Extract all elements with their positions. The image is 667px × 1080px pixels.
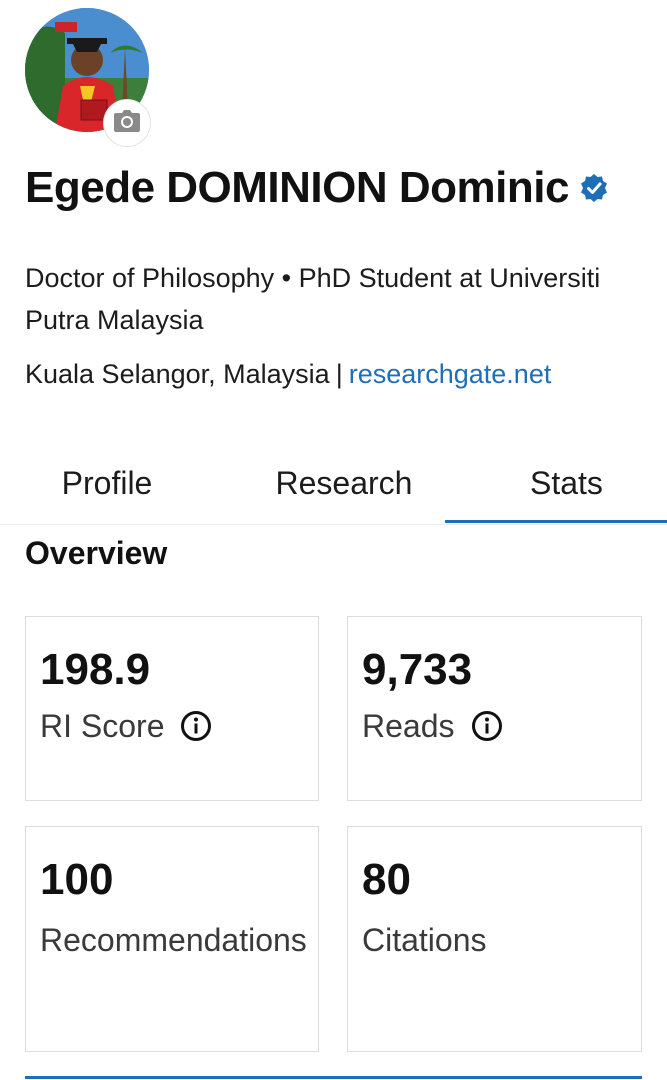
tab-research[interactable]: Research bbox=[225, 445, 463, 522]
separator: | bbox=[335, 359, 343, 389]
verified-badge-icon bbox=[579, 173, 609, 203]
next-card-top-border bbox=[25, 1076, 642, 1079]
website-link[interactable]: researchgate.net bbox=[349, 359, 552, 389]
stat-label: Citations bbox=[362, 922, 487, 958]
profile-tabs: Profile Research Stats bbox=[0, 445, 667, 525]
profile-location: Kuala Selangor, Malaysia bbox=[25, 359, 330, 389]
stat-value: 80 bbox=[362, 855, 411, 904]
stat-label: RI Score bbox=[40, 708, 165, 744]
profile-name: Egede DOMINION Dominic bbox=[25, 163, 569, 212]
stat-label-row: RI Score bbox=[40, 705, 212, 747]
avatar-container bbox=[25, 8, 150, 146]
stat-card-citations[interactable]: 80 Citations bbox=[347, 826, 642, 1052]
location-row: Kuala Selangor, Malaysia | researchgate.ne… bbox=[25, 354, 551, 394]
stat-label: Reads bbox=[362, 708, 455, 744]
info-icon[interactable] bbox=[471, 710, 503, 742]
stat-label: Recommendations bbox=[40, 922, 307, 958]
camera-icon bbox=[114, 109, 140, 137]
stat-value: 100 bbox=[40, 855, 114, 904]
tab-profile[interactable]: Profile bbox=[0, 445, 214, 522]
name-row: Egede DOMINION Dominic bbox=[25, 163, 609, 213]
stat-card-ri-score[interactable]: 198.9 RI Score bbox=[25, 616, 319, 801]
change-photo-button[interactable] bbox=[104, 100, 150, 146]
stat-card-reads[interactable]: 9,733 Reads bbox=[347, 616, 642, 801]
tab-stats[interactable]: Stats bbox=[445, 445, 667, 522]
stat-value: 198.9 bbox=[40, 645, 151, 694]
info-icon[interactable] bbox=[180, 710, 212, 742]
stat-label-row: Reads bbox=[362, 705, 503, 747]
profile-page: Egede DOMINION Dominic Doctor of Philoso… bbox=[0, 0, 667, 1080]
stat-value: 9,733 bbox=[362, 645, 473, 694]
profile-headline: Doctor of Philosophy • PhD Student at Un… bbox=[25, 263, 601, 335]
active-tab-indicator bbox=[445, 520, 667, 523]
stat-card-recommendations[interactable]: 100 Recommendations bbox=[25, 826, 319, 1052]
overview-heading: Overview bbox=[25, 535, 168, 571]
